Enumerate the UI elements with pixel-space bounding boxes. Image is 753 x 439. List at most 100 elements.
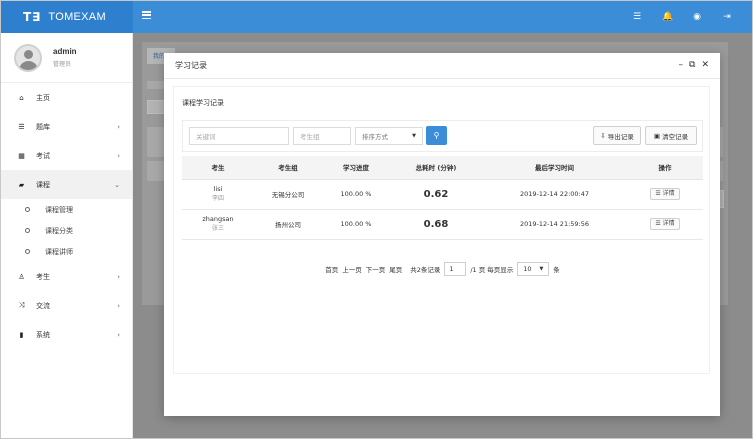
table-header-row: 考生 考生组 学习进度 总耗时 (分钟) 最后学习时间 操作 [182, 156, 703, 180]
sidebar-subitem-course-teacher[interactable]: 课程讲师 [1, 241, 132, 262]
detail-button[interactable]: ☰ 详情 [650, 188, 680, 200]
top-icons: ☰ 🔔 ◉ ⇥ [632, 1, 732, 33]
total-records: 共2条记录 [410, 266, 441, 274]
sidebar-item-label: 系统 [36, 330, 50, 339]
pages-text: /1 页 每页显示 [470, 266, 514, 274]
group-input[interactable]: 考生组 [293, 127, 351, 145]
download-icon: ⇩ [600, 131, 606, 140]
clear-record-button[interactable]: ▣ 清空记录 [645, 126, 697, 145]
time-cell: 0.62 [390, 179, 482, 210]
background-label [147, 81, 165, 89]
export-record-label: 导出记录 [607, 132, 634, 141]
list-icon[interactable]: ☰ [632, 12, 642, 22]
first-page-link[interactable]: 首页 [325, 264, 338, 274]
last-page-link[interactable]: 尾页 [389, 264, 402, 274]
database-icon: ☰ [18, 122, 25, 131]
background-button [147, 100, 165, 114]
caret-down-icon: ▼ [539, 266, 544, 272]
list-icon: ☰ [655, 220, 661, 227]
sidebar-item-home[interactable]: ⌂ 主页 [1, 83, 132, 112]
sidebar-item-student[interactable]: ♙ 考生 › [1, 262, 132, 291]
circle-icon [25, 228, 30, 233]
chevron-right-icon: › [117, 151, 120, 160]
circle-icon [25, 207, 30, 212]
page-size-select[interactable]: 10 ▼ [517, 262, 550, 276]
action-cell: ☰ 详情 [627, 209, 703, 240]
sidebar-subitem-course-category[interactable]: 课程分类 [1, 220, 132, 241]
student-username: zhangsan [202, 215, 234, 223]
chevron-right-icon: › [117, 272, 120, 281]
sidebar-item-system[interactable]: ▮ 系统 › [1, 320, 132, 349]
sidebar-menu: ⌂ 主页 ☰ 题库 › ▦ 考试 › ▰ 课程 ⌄ 课程管理 课程分类 课程讲师… [1, 83, 132, 349]
sidebar-item-communication[interactable]: ⤨ 交流 › [1, 291, 132, 320]
time-cell: 0.68 [390, 209, 482, 240]
menu-toggle-icon[interactable] [142, 11, 151, 20]
search-toolbar: 关键词 考生组 排序方式 ▼ ⚲ ⇩ 导出记录 ▣ 清空记录 [182, 120, 703, 152]
user-role: 管理员 [53, 61, 72, 68]
column-header: 学习进度 [322, 156, 390, 180]
sidebar: admin 管理员 ⌂ 主页 ☰ 题库 › ▦ 考试 › ▰ 课程 ⌄ 课程管理… [1, 33, 133, 438]
export-record-button[interactable]: ⇩ 导出记录 [593, 126, 641, 145]
submenu-label: 课程分类 [45, 226, 73, 235]
user-name: admin [53, 47, 77, 56]
detail-button[interactable]: ☰ 详情 [650, 218, 680, 230]
page-size-unit: 条 [553, 266, 560, 274]
clear-icon: ▣ [653, 131, 661, 140]
user-circle-icon[interactable]: ◉ [692, 12, 702, 22]
last-study-cell: 2019-12-14 22:00:47 [482, 179, 627, 210]
student-realname: 张三 [211, 225, 224, 232]
sidebar-item-course[interactable]: ▰ 课程 ⌄ [1, 170, 132, 199]
course-submenu: 课程管理 课程分类 课程讲师 [1, 199, 132, 262]
table-row: zhangsan 张三 扬州公司 100.00 % 0.68 2019-12-1… [182, 209, 703, 240]
modal-title: 学习记录 [175, 61, 207, 70]
search-icon: ⚲ [433, 131, 440, 140]
home-icon: ⌂ [19, 93, 24, 102]
minimize-icon[interactable]: – [679, 60, 684, 70]
sidebar-item-label: 题库 [36, 122, 50, 131]
brand[interactable]: T∃ TOMEXAM [1, 1, 133, 33]
submenu-label: 课程讲师 [45, 247, 73, 256]
clear-record-label: 清空记录 [662, 132, 689, 141]
user-icon: ♙ [18, 272, 25, 281]
sidebar-item-label: 交流 [36, 301, 50, 310]
modal-body: 课程学习记录 关键词 考生组 排序方式 ▼ ⚲ ⇩ 导出记录 ▣ 清空记录 考生… [173, 86, 710, 374]
group-cell: 扬州公司 [254, 209, 322, 240]
student-username: lisi [213, 185, 223, 193]
column-header: 考生组 [254, 156, 322, 180]
column-header: 操作 [627, 156, 703, 180]
brand-logo: T∃ [23, 10, 42, 24]
sidebar-item-exam[interactable]: ▦ 考试 › [1, 141, 132, 170]
chevron-right-icon: › [117, 122, 120, 131]
signout-icon[interactable]: ⇥ [722, 12, 732, 22]
sidebar-item-label: 考试 [36, 151, 50, 160]
detail-label: 详情 [662, 190, 675, 197]
section-title: 课程学习记录 [182, 99, 224, 107]
keyword-input[interactable]: 关键词 [189, 127, 289, 145]
search-button[interactable]: ⚲ [426, 126, 447, 145]
student-realname: 李四 [211, 195, 224, 202]
user-profile: admin 管理员 [1, 33, 132, 83]
prev-page-link[interactable]: 上一页 [342, 264, 362, 274]
last-study-cell: 2019-12-14 21:59:56 [482, 209, 627, 240]
circle-icon [25, 249, 30, 254]
page-number-input[interactable]: 1 [444, 262, 467, 276]
modal-controls: – ⧉ ✕ [679, 60, 709, 70]
chevron-right-icon: › [117, 301, 120, 310]
avatar [14, 43, 42, 72]
calendar-icon: ▦ [18, 151, 25, 160]
column-header: 最后学习时间 [482, 156, 627, 180]
caret-down-icon: ▼ [412, 133, 416, 139]
book-icon: ▰ [18, 180, 25, 189]
sort-select[interactable]: 排序方式 ▼ [355, 127, 423, 145]
bell-icon[interactable]: 🔔 [662, 12, 673, 22]
sidebar-subitem-course-manage[interactable]: 课程管理 [1, 199, 132, 220]
list-icon: ☰ [655, 190, 661, 197]
student-cell: lisi 李四 [182, 179, 254, 210]
chevron-down-icon: ⌄ [114, 180, 120, 189]
sidebar-item-label: 考生 [36, 272, 50, 281]
next-page-link[interactable]: 下一页 [366, 264, 386, 274]
close-icon[interactable]: ✕ [701, 60, 709, 70]
maximize-icon[interactable]: ⧉ [689, 60, 695, 70]
sidebar-item-question-bank[interactable]: ☰ 题库 › [1, 112, 132, 141]
group-cell: 无锡分公司 [254, 179, 322, 210]
